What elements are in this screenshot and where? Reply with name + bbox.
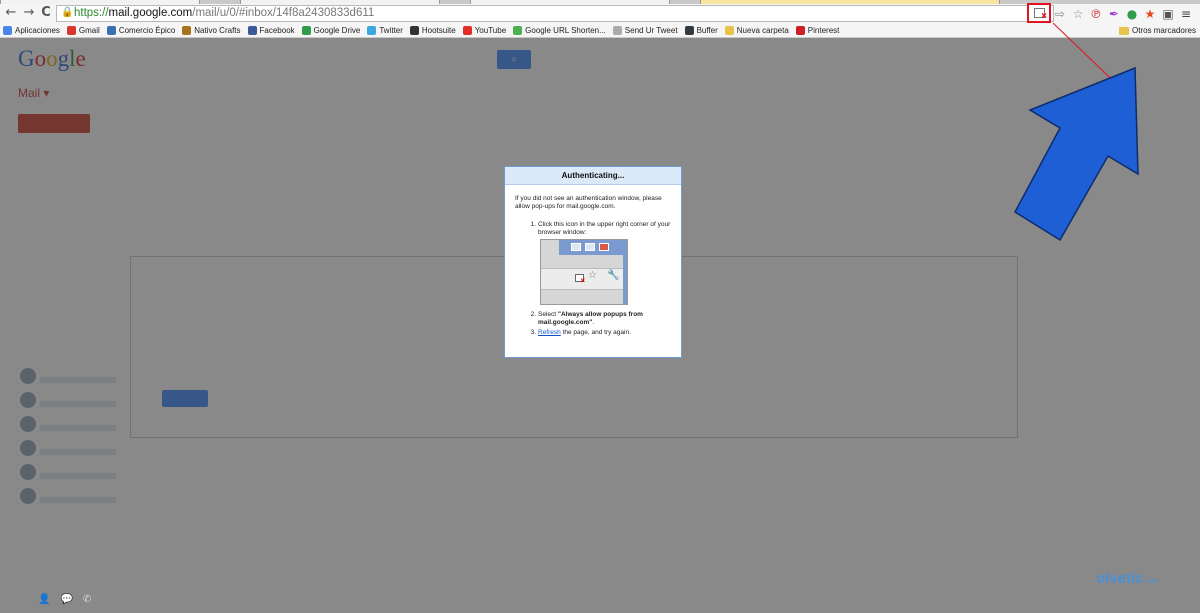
bookmark-icon xyxy=(367,26,377,35)
pen-icon[interactable]: ✒ xyxy=(1107,7,1121,21)
browser-corner-screenshot: ☆ 🔧 xyxy=(540,239,628,305)
bookmark-label: Pinterest xyxy=(807,26,840,35)
bookmark-item[interactable]: Nativo Crafts xyxy=(182,26,241,35)
step-2-number: 2. xyxy=(530,311,536,318)
back-button[interactable]: ← xyxy=(4,5,18,21)
bookmark-item[interactable]: Twitter xyxy=(367,26,403,35)
lock-icon: 🔒 xyxy=(61,7,74,18)
watermark-logo: olvetic.com xyxy=(1096,570,1159,587)
step-1-text: Click this icon in the upper right corne… xyxy=(538,221,671,236)
phone-icon[interactable]: ✆ xyxy=(83,594,91,605)
authenticating-dialog: Authenticating... If you did not see an … xyxy=(504,166,682,358)
step-3-number: 3. xyxy=(530,329,536,336)
forward-button[interactable]: → xyxy=(22,5,36,21)
other-bookmarks[interactable]: Otros marcadores xyxy=(1118,23,1196,38)
bookmark-item[interactable]: Nueva carpeta xyxy=(724,26,789,35)
bookmark-item[interactable]: Gmail xyxy=(66,26,100,35)
bookmark-icon xyxy=(182,26,192,35)
bookmark-icon xyxy=(3,26,12,35)
bookmark-item[interactable]: Aplicaciones xyxy=(3,26,60,35)
bookmark-label: Google Drive xyxy=(313,26,361,35)
dialog-title: Authenticating... xyxy=(505,167,681,185)
bookmark-item[interactable]: Google Drive xyxy=(301,26,361,35)
bookmark-icon xyxy=(724,26,734,35)
bookmark-item[interactable]: Send Ur Tweet xyxy=(612,26,678,35)
person-icon[interactable]: 👤 xyxy=(38,594,50,605)
bookmark-label: Nueva carpeta xyxy=(736,26,789,35)
menu-icon[interactable]: ≡ xyxy=(1179,7,1193,21)
bookmark-label: Facebook xyxy=(259,26,295,35)
refresh-link[interactable]: Refresh xyxy=(538,329,561,336)
browser-toolbar: ← → C 🔒 https://mail.google.com/mail/u/0… xyxy=(0,4,1200,23)
bookmark-item[interactable]: YouTube xyxy=(462,26,507,35)
extension-g-icon[interactable]: ● xyxy=(1125,7,1139,21)
url-text: https://mail.google.com/mail/u/0/#inbox/… xyxy=(74,7,375,19)
bookmark-icon xyxy=(795,26,805,35)
bookmarks-list: Aplicaciones Gmail Comercio Épico Nativo Cr… xyxy=(3,23,846,38)
bookmark-icon xyxy=(684,26,694,35)
step-2-text: Select "Always allow popups from mail.go… xyxy=(538,311,643,326)
bookmark-label: Google URL Shorten... xyxy=(525,26,606,35)
bookmark-icon xyxy=(612,26,622,35)
translate-icon[interactable]: ▣ xyxy=(1161,7,1175,21)
chat-icon[interactable]: 💬 xyxy=(60,594,72,605)
extension-icons: ⇨ ☆ ℗ ✒ ● ★ ▣ ≡ xyxy=(1053,5,1193,22)
bookmark-item[interactable]: Comercio Épico xyxy=(106,26,176,35)
popup-blocked-icon xyxy=(575,274,585,285)
bookmarks-bar: Aplicaciones Gmail Comercio Épico Nativo Cr… xyxy=(0,23,1200,38)
popup-blocked-icon[interactable] xyxy=(1034,8,1047,22)
hangouts-bottom-icons: 👤 💬 ✆ xyxy=(38,594,91,605)
bookmark-item[interactable]: Pinterest xyxy=(795,26,840,35)
address-bar[interactable]: 🔒 https://mail.google.com/mail/u/0/#inbo… xyxy=(56,5,1054,22)
reload-button[interactable]: C xyxy=(39,5,53,21)
bookmark-label: Nativo Crafts xyxy=(194,26,241,35)
bookmark-icon xyxy=(462,26,472,35)
pinterest-icon[interactable]: ℗ xyxy=(1089,7,1103,21)
other-bookmarks-label: Otros marcadores xyxy=(1131,26,1196,35)
bookmark-label: Twitter xyxy=(379,26,403,35)
bookmark-icon xyxy=(106,26,116,35)
bookmark-icon xyxy=(513,26,523,35)
bookmark-icon xyxy=(409,26,419,35)
step-1-number: 1. xyxy=(530,221,536,228)
bookmark-label: YouTube xyxy=(474,26,507,35)
bookmark-item[interactable]: Facebook xyxy=(247,26,295,35)
bookmark-item[interactable]: Buffer xyxy=(684,26,718,35)
bookmark-label: Buffer xyxy=(696,26,718,35)
star-icon[interactable]: ☆ xyxy=(1071,7,1085,21)
bookmark-icon xyxy=(301,26,311,35)
bookmark-label: Send Ur Tweet xyxy=(624,26,678,35)
folder-icon xyxy=(1118,26,1129,35)
popup-blocked-highlight xyxy=(1027,3,1051,23)
bookmark-label: Aplicaciones xyxy=(15,26,60,35)
bookmark-label: Comercio Épico xyxy=(118,26,176,35)
wrench-icon: 🔧 xyxy=(607,270,620,281)
dialog-intro: If you did not see an authentication win… xyxy=(515,195,662,210)
step-3-text: Refresh the page, and try again. xyxy=(538,329,631,336)
star-icon: ☆ xyxy=(588,270,597,281)
bookmark-item[interactable]: Google URL Shorten... xyxy=(513,26,606,35)
bookmark-item[interactable]: Hootsuite xyxy=(409,26,456,35)
share-icon[interactable]: ⇨ xyxy=(1053,7,1067,21)
bookmark-label: Gmail xyxy=(78,26,100,35)
bookmark-label: Hootsuite xyxy=(421,26,456,35)
bookmark-star-icon[interactable]: ★ xyxy=(1143,7,1157,21)
bookmark-icon xyxy=(66,26,76,35)
bookmark-icon xyxy=(247,26,257,35)
